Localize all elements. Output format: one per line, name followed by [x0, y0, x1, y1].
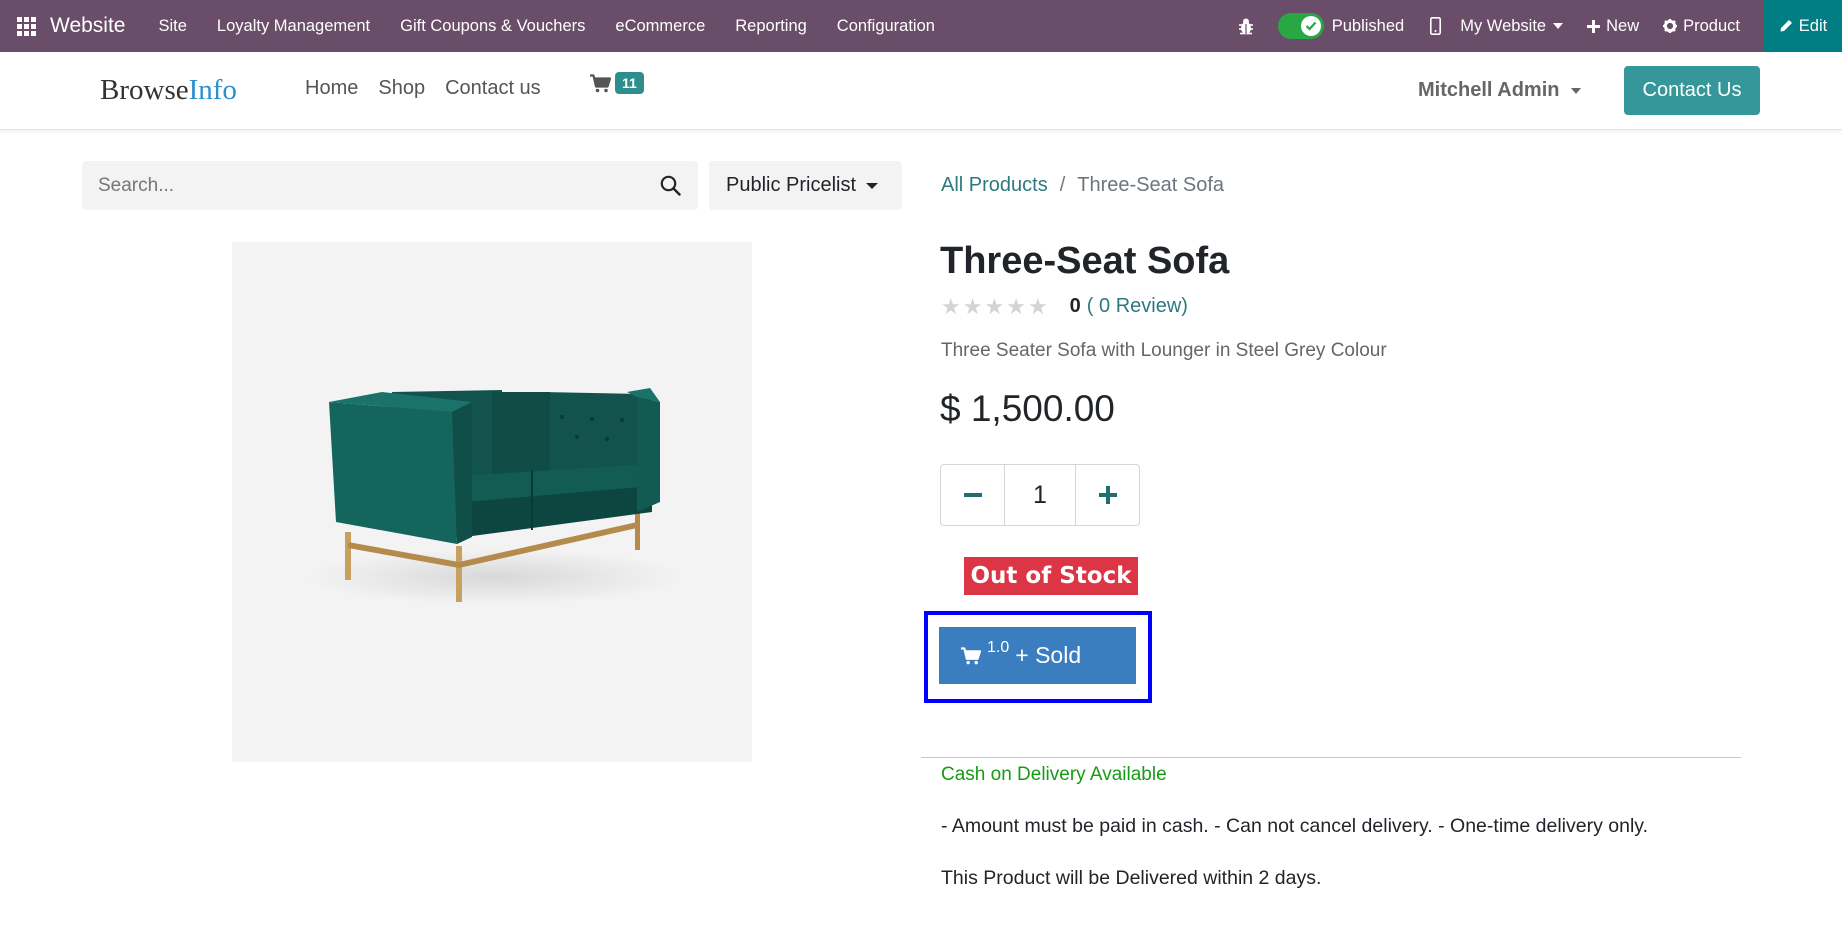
- pricelist-label: Public Pricelist: [726, 174, 857, 196]
- site-logo[interactable]: BrowseInfo: [100, 74, 237, 107]
- check-icon: [1300, 16, 1321, 36]
- sold-label: + Sold: [1015, 642, 1082, 668]
- pricelist-dropdown[interactable]: Public Pricelist: [709, 161, 902, 210]
- site-header: BrowseInfo Home Shop Contact us 11 Mitch…: [0, 52, 1842, 130]
- out-of-stock-badge: Out of Stock: [964, 557, 1138, 595]
- chevron-down-icon: [866, 182, 879, 189]
- increase-quantity-button[interactable]: [1076, 465, 1139, 525]
- logo-text-browse: Browse: [100, 74, 189, 106]
- website-selector-label: My Website: [1460, 16, 1547, 35]
- star-empty-icon: ★: [1027, 293, 1048, 319]
- rating-count: 0: [1069, 295, 1081, 317]
- product-settings-button[interactable]: Product: [1663, 17, 1740, 36]
- section-divider: [921, 757, 1741, 758]
- breadcrumb-current: Three-Seat Sofa: [1077, 174, 1225, 196]
- green-sofa-image: [304, 388, 684, 605]
- search-button[interactable]: [642, 161, 698, 210]
- new-button[interactable]: New: [1587, 17, 1639, 36]
- shopping-cart-icon: [590, 74, 612, 93]
- publish-toggle[interactable]: [1277, 13, 1324, 39]
- decrease-quantity-button[interactable]: [941, 465, 1004, 525]
- plus-icon: [1587, 19, 1601, 33]
- delivery-terms: - Amount must be paid in cash. - Can not…: [941, 815, 1649, 837]
- shopping-cart-icon: [961, 646, 981, 664]
- menu-item-gift-coupons[interactable]: Gift Coupons & Vouchers: [385, 17, 600, 36]
- menu-item-site[interactable]: Site: [143, 17, 201, 36]
- edit-button[interactable]: Edit: [1764, 0, 1842, 52]
- nav-home[interactable]: Home: [295, 77, 368, 100]
- admin-navbar: Website Site Loyalty Management Gift Cou…: [0, 0, 1842, 52]
- breadcrumb-all-products[interactable]: All Products: [941, 174, 1048, 197]
- product-title: Three-Seat Sofa: [940, 240, 1230, 282]
- new-label: New: [1606, 16, 1640, 35]
- debug-bug-icon[interactable]: [1226, 17, 1266, 35]
- search-icon: [660, 175, 681, 196]
- sold-quantity: 1.0: [987, 638, 1010, 656]
- mobile-preview-icon[interactable]: [1420, 17, 1450, 35]
- nav-shop[interactable]: Shop: [368, 77, 435, 100]
- pencil-icon: [1780, 20, 1792, 32]
- product-search-box: [82, 161, 698, 210]
- star-empty-icon: ★: [984, 293, 1005, 319]
- website-selector-dropdown[interactable]: My Website: [1460, 16, 1564, 36]
- quantity-input[interactable]: [1004, 465, 1076, 525]
- quantity-stepper: [940, 464, 1140, 526]
- breadcrumb: All Products / Three-Seat Sofa: [941, 174, 1224, 197]
- search-input[interactable]: [82, 161, 642, 210]
- review-link[interactable]: ( 0 Review): [1087, 295, 1188, 318]
- admin-right-actions: Published My Website New Product Edit: [1226, 0, 1842, 52]
- cart-count-badge: 11: [615, 72, 644, 94]
- plus-icon: [1098, 486, 1117, 504]
- product-label: Product: [1683, 16, 1740, 35]
- nav-contact-us[interactable]: Contact us: [435, 77, 551, 100]
- edit-label: Edit: [1798, 16, 1828, 35]
- minus-icon: [963, 492, 982, 497]
- delivery-time-text: This Product will be Delivered within 2 …: [941, 867, 1322, 889]
- star-empty-icon: ★: [962, 293, 983, 319]
- sold-button[interactable]: 1.0 + Sold: [939, 627, 1136, 684]
- gear-icon: [1663, 19, 1678, 33]
- chevron-down-icon: [1553, 23, 1564, 29]
- menu-item-loyalty-management[interactable]: Loyalty Management: [202, 17, 385, 36]
- chevron-down-icon: [1571, 87, 1582, 94]
- star-empty-icon: ★: [941, 293, 961, 319]
- menu-item-ecommerce[interactable]: eCommerce: [600, 17, 720, 36]
- cart-link[interactable]: 11: [590, 72, 644, 98]
- star-empty-icon: ★: [1006, 293, 1026, 319]
- cash-on-delivery-text: Cash on Delivery Available: [941, 764, 1167, 785]
- app-name[interactable]: Website: [50, 14, 125, 38]
- rating-stars: ★ ★ ★ ★ ★: [941, 293, 1048, 319]
- contact-us-button[interactable]: Contact Us: [1624, 66, 1760, 115]
- logo-text-info: Info: [188, 74, 237, 106]
- main-nav: Home Shop Contact us: [295, 77, 551, 100]
- published-label: Published: [1331, 16, 1405, 35]
- apps-grid-icon[interactable]: [0, 0, 52, 52]
- product-price: $ 1,500.00: [940, 388, 1115, 429]
- menu-item-configuration[interactable]: Configuration: [822, 17, 950, 36]
- product-description: Three Seater Sofa with Lounger in Steel …: [941, 340, 1387, 361]
- user-name: Mitchell Admin: [1418, 79, 1560, 101]
- user-menu-dropdown[interactable]: Mitchell Admin: [1418, 79, 1582, 102]
- breadcrumb-separator: /: [1059, 174, 1066, 196]
- menu-item-reporting[interactable]: Reporting: [720, 17, 822, 36]
- product-rating: ★ ★ ★ ★ ★ 0 ( 0 Review): [941, 295, 1188, 318]
- product-image[interactable]: [232, 242, 752, 762]
